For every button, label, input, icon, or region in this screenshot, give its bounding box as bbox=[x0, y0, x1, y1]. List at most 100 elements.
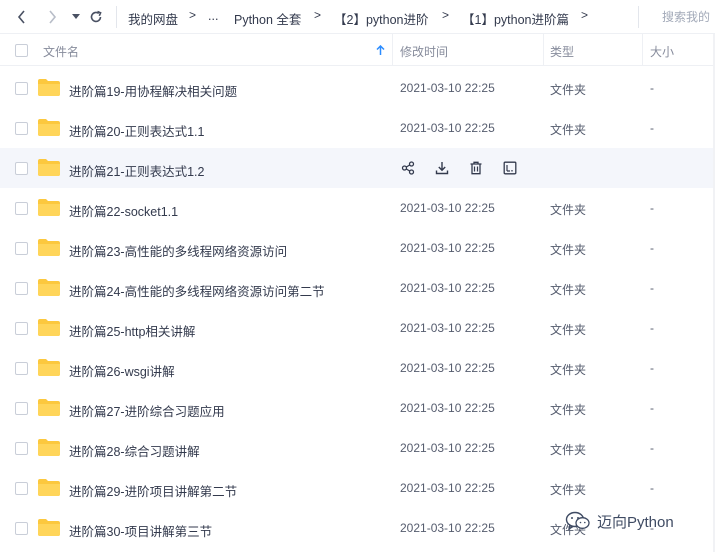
row-checkbox[interactable] bbox=[15, 402, 28, 415]
folder-icon bbox=[38, 319, 60, 336]
file-type: 文件夹 bbox=[550, 283, 587, 297]
folder-icon bbox=[38, 199, 60, 216]
delete-button[interactable] bbox=[467, 159, 485, 177]
file-name[interactable]: 进阶篇28-综合习题讲解 bbox=[69, 441, 200, 460]
file-name[interactable]: 进阶篇20-正则表达式1.1 bbox=[69, 121, 204, 140]
chevron-left-icon bbox=[17, 10, 25, 24]
row-checkbox[interactable] bbox=[15, 322, 28, 335]
folder-icon bbox=[38, 79, 60, 96]
file-name[interactable]: 进阶篇26-wsgi讲解 bbox=[69, 361, 175, 380]
column-header-size[interactable]: 大小 bbox=[650, 43, 674, 60]
column-header-modified[interactable]: 修改时间 bbox=[400, 43, 448, 60]
file-type: 文件夹 bbox=[550, 123, 587, 137]
table-row[interactable]: 进阶篇28-综合习题讲解 2021-03-10 22:25 文件夹 - bbox=[0, 428, 715, 468]
top-toolbar: 我的网盘 > ... Python 全套 > 【2】python进阶 > 【1】… bbox=[0, 0, 715, 34]
folder-icon bbox=[38, 159, 60, 176]
file-name[interactable]: 进阶篇25-http相关讲解 bbox=[69, 321, 195, 340]
file-modified-time: 2021-03-10 22:25 bbox=[400, 201, 495, 215]
breadcrumb-item-python-advanced[interactable]: 【2】python进阶 bbox=[334, 9, 428, 28]
file-modified-time: 2021-03-10 22:25 bbox=[400, 241, 495, 255]
file-modified-time: 2021-03-10 22:25 bbox=[400, 281, 495, 295]
table-row[interactable]: 进阶篇22-socket1.1 2021-03-10 22:25 文件夹 - bbox=[0, 188, 715, 228]
row-checkbox[interactable] bbox=[15, 362, 28, 375]
breadcrumb-separator: > bbox=[314, 8, 322, 22]
row-checkbox[interactable] bbox=[15, 282, 28, 295]
file-name[interactable]: 进阶篇23-高性能的多线程网络资源访问 bbox=[69, 241, 287, 260]
file-type: 文件夹 bbox=[550, 243, 587, 257]
folder-icon bbox=[38, 239, 60, 256]
file-name[interactable]: 进阶篇30-项目讲解第三节 bbox=[69, 521, 212, 540]
delete-icon bbox=[470, 161, 482, 175]
file-size: - bbox=[650, 401, 654, 415]
table-header: 文件名 修改时间 类型 大小 bbox=[0, 34, 715, 66]
file-name[interactable]: 进阶篇22-socket1.1 bbox=[69, 201, 178, 220]
folder-icon bbox=[38, 119, 60, 136]
more-icon bbox=[503, 161, 517, 175]
search-divider bbox=[638, 6, 639, 28]
file-modified-time: 2021-03-10 22:25 bbox=[400, 361, 495, 375]
refresh-icon bbox=[90, 10, 102, 23]
table-row[interactable]: 进阶篇21-正则表达式1.2 bbox=[0, 148, 715, 188]
row-checkbox[interactable] bbox=[15, 82, 28, 95]
table-row[interactable]: 进阶篇24-高性能的多线程网络资源访问第二节 2021-03-10 22:25 文件… bbox=[0, 268, 715, 308]
back-button[interactable] bbox=[12, 7, 32, 27]
file-name[interactable]: 进阶篇19-用协程解决相关问题 bbox=[69, 81, 237, 100]
file-size: - bbox=[650, 201, 654, 215]
column-divider bbox=[543, 34, 544, 66]
row-checkbox[interactable] bbox=[15, 522, 28, 535]
file-name[interactable]: 进阶篇29-进阶项目讲解第二节 bbox=[69, 481, 237, 500]
breadcrumb-item-ellipsis[interactable]: ... bbox=[208, 9, 218, 23]
forward-button[interactable] bbox=[42, 7, 62, 27]
dropdown-triangle-icon bbox=[72, 14, 80, 19]
breadcrumb-item-my-drive[interactable]: 我的网盘 bbox=[128, 9, 178, 28]
file-modified-time: 2021-03-10 22:25 bbox=[400, 81, 495, 95]
file-modified-time: 2021-03-10 22:25 bbox=[400, 481, 495, 495]
column-divider bbox=[392, 34, 393, 66]
file-modified-time: 2021-03-10 22:25 bbox=[400, 401, 495, 415]
breadcrumb-item-python-all[interactable]: Python 全套 bbox=[234, 9, 301, 28]
row-checkbox[interactable] bbox=[15, 122, 28, 135]
file-modified-time: 2021-03-10 22:25 bbox=[400, 321, 495, 335]
table-row[interactable]: 进阶篇27-进阶综合习题应用 2021-03-10 22:25 文件夹 - bbox=[0, 388, 715, 428]
file-size: - bbox=[650, 441, 654, 455]
file-size: - bbox=[650, 241, 654, 255]
file-size: - bbox=[650, 281, 654, 295]
file-size: - bbox=[650, 321, 654, 335]
table-row[interactable]: 进阶篇19-用协程解决相关问题 2021-03-10 22:25 文件夹 - bbox=[0, 68, 715, 108]
row-checkbox[interactable] bbox=[15, 242, 28, 255]
breadcrumb-separator: > bbox=[442, 8, 450, 22]
file-modified-time: 2021-03-10 22:25 bbox=[400, 441, 495, 455]
file-modified-time: 2021-03-10 22:25 bbox=[400, 521, 495, 535]
sort-ascending-icon[interactable] bbox=[376, 45, 385, 56]
table-row[interactable]: 进阶篇20-正则表达式1.1 2021-03-10 22:25 文件夹 - bbox=[0, 108, 715, 148]
table-row[interactable]: 进阶篇23-高性能的多线程网络资源访问 2021-03-10 22:25 文件夹 - bbox=[0, 228, 715, 268]
column-header-name[interactable]: 文件名 bbox=[43, 43, 79, 60]
breadcrumb-separator: > bbox=[581, 8, 589, 22]
download-button[interactable] bbox=[433, 159, 451, 177]
file-type: 文件夹 bbox=[550, 363, 587, 377]
download-icon bbox=[435, 162, 449, 175]
row-checkbox[interactable] bbox=[15, 442, 28, 455]
share-button[interactable] bbox=[399, 159, 417, 177]
select-all-checkbox[interactable] bbox=[15, 44, 28, 57]
file-name[interactable]: 进阶篇27-进阶综合习题应用 bbox=[69, 401, 225, 420]
more-button[interactable] bbox=[501, 159, 519, 177]
row-checkbox[interactable] bbox=[15, 482, 28, 495]
search-input[interactable] bbox=[648, 6, 715, 28]
file-name[interactable]: 进阶篇21-正则表达式1.2 bbox=[69, 161, 204, 180]
folder-icon bbox=[38, 399, 60, 416]
folder-icon bbox=[38, 519, 60, 536]
row-checkbox[interactable] bbox=[15, 162, 28, 175]
row-checkbox[interactable] bbox=[15, 202, 28, 215]
history-dropdown-button[interactable] bbox=[66, 7, 86, 27]
column-header-type[interactable]: 类型 bbox=[550, 43, 574, 60]
file-size: - bbox=[650, 361, 654, 375]
file-name[interactable]: 进阶篇24-高性能的多线程网络资源访问第二节 bbox=[69, 281, 325, 300]
watermark: 迈向Python bbox=[565, 510, 674, 532]
table-row[interactable]: 进阶篇25-http相关讲解 2021-03-10 22:25 文件夹 - bbox=[0, 308, 715, 348]
table-row[interactable]: 进阶篇29-进阶项目讲解第二节 2021-03-10 22:25 文件夹 - bbox=[0, 468, 715, 508]
refresh-button[interactable] bbox=[86, 7, 106, 27]
chevron-right-icon bbox=[49, 10, 57, 24]
breadcrumb-item-advanced-chapter[interactable]: 【1】python进阶篇 bbox=[462, 9, 569, 28]
table-row[interactable]: 进阶篇26-wsgi讲解 2021-03-10 22:25 文件夹 - bbox=[0, 348, 715, 388]
